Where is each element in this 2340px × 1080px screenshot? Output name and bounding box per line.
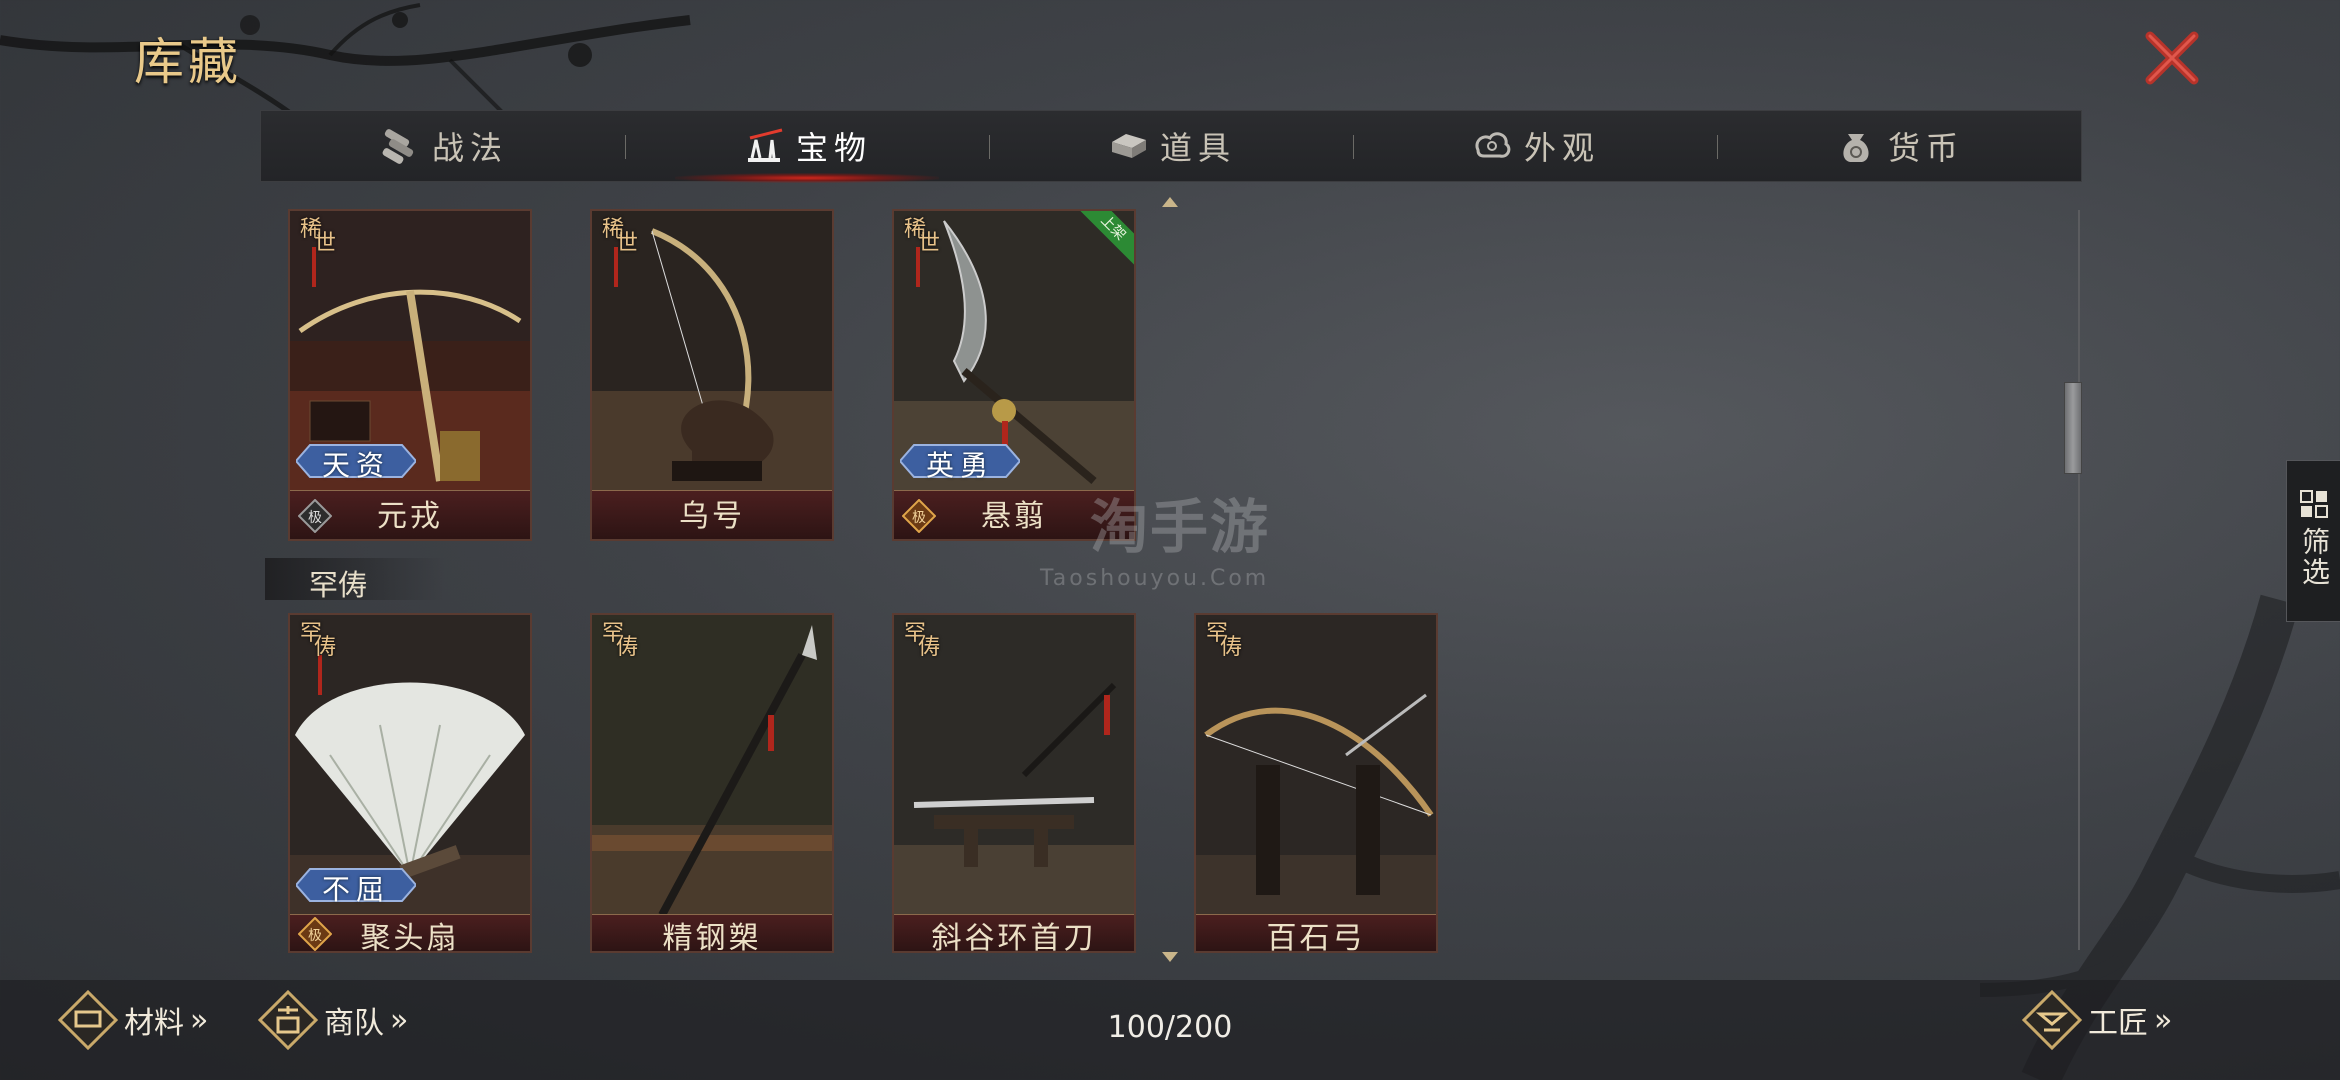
tab-label: 外观 bbox=[1523, 129, 1600, 167]
double-chevron-icon: » bbox=[2154, 1002, 2173, 1038]
merchant-diamond-icon bbox=[258, 990, 318, 1050]
item-name: 元戎 bbox=[377, 499, 443, 534]
rarity-badge: 稀 世 bbox=[898, 211, 944, 291]
item-card[interactable]: 稀 世 天资 极 元戎 bbox=[288, 209, 532, 541]
section-header: 罕俦 bbox=[265, 558, 445, 602]
tab-treasures[interactable]: 宝物 bbox=[625, 111, 989, 183]
trait-badge: 不屈 bbox=[294, 867, 418, 906]
caravan-button[interactable]: 商队 » bbox=[258, 990, 408, 1050]
rarity-badge: 稀 世 bbox=[294, 211, 340, 291]
materials-diamond-icon bbox=[58, 990, 118, 1050]
tab-currency[interactable]: 货币 bbox=[1717, 111, 2081, 181]
scroll-bundle-icon bbox=[382, 129, 414, 164]
page-title: 库藏 bbox=[134, 33, 242, 91]
tab-label: 宝物 bbox=[795, 129, 872, 167]
scrollbar-track[interactable] bbox=[2078, 210, 2080, 950]
rarity-badge: 罕 俦 bbox=[602, 621, 639, 660]
double-chevron-icon: » bbox=[190, 1002, 209, 1038]
tab-appearance[interactable]: 外观 bbox=[1353, 111, 1717, 181]
scroll-up-arrow-icon[interactable] bbox=[1160, 195, 1180, 209]
double-chevron-icon: » bbox=[390, 1002, 409, 1038]
item-name: 百石弓 bbox=[1266, 921, 1366, 953]
rarity-badge: 稀 世 bbox=[596, 211, 642, 291]
tab-label: 道具 bbox=[1159, 129, 1236, 167]
silver-ingot-icon bbox=[1111, 134, 1146, 158]
tab-tactics[interactable]: 战法 bbox=[261, 111, 625, 181]
item-card[interactable]: 罕 俦 斜谷环首刀 bbox=[892, 613, 1136, 953]
filter-button[interactable]: 筛选 bbox=[2286, 460, 2340, 622]
grid-icon bbox=[2300, 490, 2328, 518]
tassel-icon bbox=[916, 247, 920, 287]
item-card[interactable]: 罕 俦 百石弓 bbox=[1194, 613, 1438, 953]
close-icon[interactable] bbox=[2140, 26, 2204, 90]
tassel-icon bbox=[312, 247, 316, 287]
trait-badge: 天资 bbox=[294, 443, 418, 482]
rarity-badge: 罕 俦 bbox=[904, 621, 941, 660]
rarity-badge: 罕 俦 bbox=[1206, 621, 1243, 660]
filter-label: 筛选 bbox=[2298, 527, 2331, 587]
craftsman-button[interactable]: 工匠 » bbox=[2022, 990, 2172, 1050]
item-name: 悬翦 bbox=[981, 499, 1047, 534]
craftsman-diamond-icon bbox=[2022, 990, 2082, 1050]
rarity-badge: 罕 俦 bbox=[300, 621, 337, 660]
item-card[interactable]: 上架 稀 世 英勇 极 悬翦 bbox=[892, 209, 1136, 541]
materials-button[interactable]: 材料 » bbox=[58, 990, 208, 1050]
cloud-swirl-icon bbox=[1475, 132, 1511, 158]
scrollbar-thumb[interactable] bbox=[2064, 382, 2082, 474]
tab-items[interactable]: 道具 bbox=[989, 111, 1353, 181]
item-name: 斜谷环首刀 bbox=[931, 921, 1097, 953]
item-name: 精钢槊 bbox=[662, 921, 762, 953]
tassel-icon bbox=[614, 247, 618, 287]
tab-label: 货币 bbox=[1887, 129, 1964, 167]
money-bag-icon bbox=[1843, 134, 1869, 162]
weapon-rack-icon bbox=[747, 128, 783, 162]
item-name: 乌号 bbox=[679, 499, 745, 534]
item-card[interactable]: 稀 世 乌号 bbox=[590, 209, 834, 541]
trait-badge: 英勇 bbox=[898, 443, 1022, 482]
item-name: 聚头扇 bbox=[360, 921, 460, 953]
storage-capacity: 100/200 bbox=[1107, 1010, 1233, 1045]
category-tabs: 战法 宝物 道具 外观 货币 bbox=[260, 110, 2082, 183]
item-card[interactable]: 罕 俦 不屈 极 聚头扇 bbox=[288, 613, 532, 953]
scroll-down-arrow-icon[interactable] bbox=[1160, 950, 1180, 964]
item-card[interactable]: 罕 俦 精钢槊 bbox=[590, 613, 834, 953]
tab-label: 战法 bbox=[431, 129, 508, 167]
